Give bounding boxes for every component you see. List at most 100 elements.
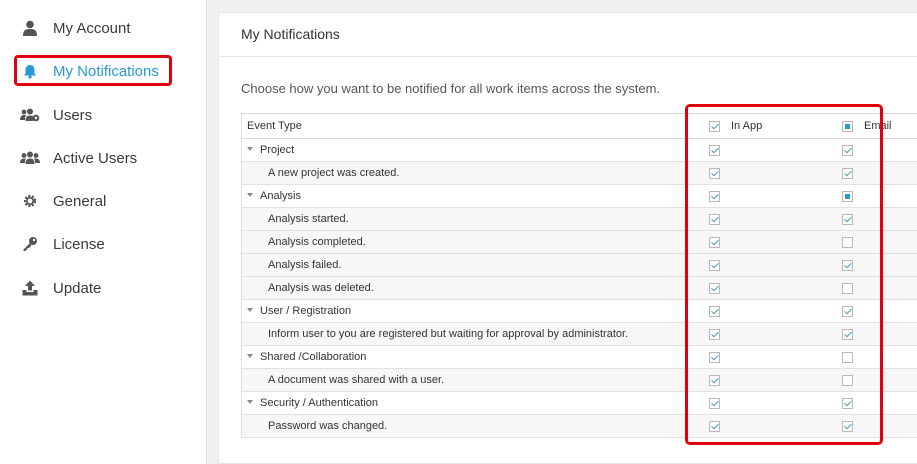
email-cell — [793, 322, 917, 346]
event-3-email-checkbox[interactable] — [842, 213, 853, 225]
in-app-cell — [686, 322, 793, 346]
sidebar-item-my-notifications[interactable]: My Notifications — [20, 54, 159, 88]
group-row: User / Registration — [241, 299, 917, 323]
table-row: Analysis completed. — [241, 230, 917, 254]
event-8-in-app-checkbox[interactable] — [709, 328, 720, 340]
in-app-cell — [686, 345, 793, 369]
group-7-email-checkbox[interactable] — [842, 305, 853, 317]
event-4-in-app-checkbox[interactable] — [709, 236, 720, 248]
sidebar-item-my-account[interactable]: My Account — [20, 11, 131, 45]
group-0-email-checkbox[interactable] — [842, 144, 853, 156]
in-app-cell — [686, 207, 793, 231]
collapse-caret-icon[interactable] — [247, 308, 253, 313]
event-label: Password was changed. — [242, 420, 387, 432]
event-label-text: Analysis — [260, 190, 301, 202]
in-app-cell — [686, 253, 793, 277]
group-7-in-app-checkbox[interactable] — [709, 305, 720, 317]
event-5-email-checkbox[interactable] — [842, 259, 853, 271]
event-4-email-checkbox[interactable] — [842, 236, 853, 248]
table-row: Password was changed. — [241, 414, 917, 438]
email-cell — [793, 161, 917, 185]
email-cell — [793, 368, 917, 392]
event-cell: Password was changed. — [241, 414, 687, 438]
event-label: A new project was created. — [242, 167, 399, 179]
settings-sidebar: My Account My Notifications Users Active… — [0, 0, 207, 464]
email-header: Email — [793, 113, 917, 139]
event-label-text: Analysis failed. — [268, 259, 342, 271]
group-9-in-app-checkbox[interactable] — [709, 351, 720, 363]
collapse-caret-icon[interactable] — [247, 400, 253, 405]
event-3-in-app-checkbox[interactable] — [709, 213, 720, 225]
event-label-text: Project — [260, 144, 295, 156]
email-cell — [793, 184, 917, 208]
in-app-cell — [686, 184, 793, 208]
group-2-in-app-checkbox[interactable] — [709, 190, 720, 202]
table-row: Inform user to you are registered but wa… — [241, 322, 917, 346]
event-label: Analysis started. — [242, 213, 349, 225]
in-app-select-all-checkbox[interactable] — [709, 120, 720, 132]
event-label-text: A document was shared with a user. — [268, 374, 445, 386]
group-9-email-checkbox[interactable] — [842, 351, 853, 363]
group-row: Project — [241, 138, 917, 162]
event-label-text: Analysis was deleted. — [268, 282, 374, 294]
in-app-header-label: In App — [731, 120, 763, 133]
event-1-in-app-checkbox[interactable] — [709, 167, 720, 179]
group-11-in-app-checkbox[interactable] — [709, 397, 720, 409]
event-label-text: Analysis started. — [268, 213, 349, 225]
email-cell — [793, 138, 917, 162]
event-1-email-checkbox[interactable] — [842, 167, 853, 179]
event-type-header-label: Event Type — [247, 120, 302, 132]
event-12-in-app-checkbox[interactable] — [709, 420, 720, 432]
event-label: A document was shared with a user. — [242, 374, 444, 386]
event-cell: A document was shared with a user. — [241, 368, 687, 392]
email-cell — [793, 253, 917, 277]
sidebar-item-label: Update — [53, 279, 102, 297]
event-cell: User / Registration — [241, 299, 687, 323]
table-row: A new project was created. — [241, 161, 917, 185]
event-label: Analysis was deleted. — [242, 282, 374, 294]
group-row: Analysis — [241, 184, 917, 208]
event-5-in-app-checkbox[interactable] — [709, 259, 720, 271]
event-8-email-checkbox[interactable] — [842, 328, 853, 340]
collapse-caret-icon[interactable] — [247, 193, 253, 198]
collapse-caret-icon[interactable] — [247, 354, 253, 359]
event-label: Inform user to you are registered but wa… — [242, 328, 628, 340]
sidebar-item-users[interactable]: Users — [20, 98, 92, 132]
sidebar-item-active-users[interactable]: Active Users — [20, 141, 137, 175]
group-row: Shared /Collaboration — [241, 345, 917, 369]
event-label-text: User / Registration — [260, 305, 352, 317]
group-row: Security / Authentication — [241, 391, 917, 415]
email-header-label: Email — [864, 120, 892, 133]
event-cell: Inform user to you are registered but wa… — [241, 322, 687, 346]
event-label-text: Shared /Collaboration — [260, 351, 367, 363]
event-6-in-app-checkbox[interactable] — [709, 282, 720, 294]
group-2-email-checkbox[interactable] — [842, 190, 853, 202]
email-cell — [793, 414, 917, 438]
notifications-panel: My Notifications Choose how you want to … — [218, 12, 917, 464]
users-icon — [20, 148, 40, 168]
event-10-email-checkbox[interactable] — [842, 374, 853, 386]
event-type-header: Event Type — [241, 113, 687, 139]
event-12-email-checkbox[interactable] — [842, 420, 853, 432]
email-cell — [793, 345, 917, 369]
sidebar-item-general[interactable]: General — [20, 184, 106, 218]
event-cell: Project — [241, 138, 687, 162]
table-row: Analysis was deleted. — [241, 276, 917, 300]
collapse-caret-icon[interactable] — [247, 147, 253, 152]
group-0-in-app-checkbox[interactable] — [709, 144, 720, 156]
table-header-row: Event Type In App Email — [241, 113, 917, 139]
sidebar-item-label: License — [53, 235, 105, 253]
table-row: Analysis failed. — [241, 253, 917, 277]
notification-settings-table: Event Type In App Email Project A new pro… — [241, 113, 917, 438]
sidebar-item-update[interactable]: Update — [20, 271, 101, 305]
title-divider — [219, 56, 917, 57]
event-10-in-app-checkbox[interactable] — [709, 374, 720, 386]
group-11-email-checkbox[interactable] — [842, 397, 853, 409]
user-icon — [20, 18, 40, 38]
sidebar-item-license[interactable]: License — [20, 227, 105, 261]
event-label: Shared /Collaboration — [242, 351, 366, 363]
event-6-email-checkbox[interactable] — [842, 282, 853, 294]
email-cell — [793, 391, 917, 415]
event-cell: Analysis — [241, 184, 687, 208]
email-select-all-checkbox[interactable] — [842, 120, 853, 132]
